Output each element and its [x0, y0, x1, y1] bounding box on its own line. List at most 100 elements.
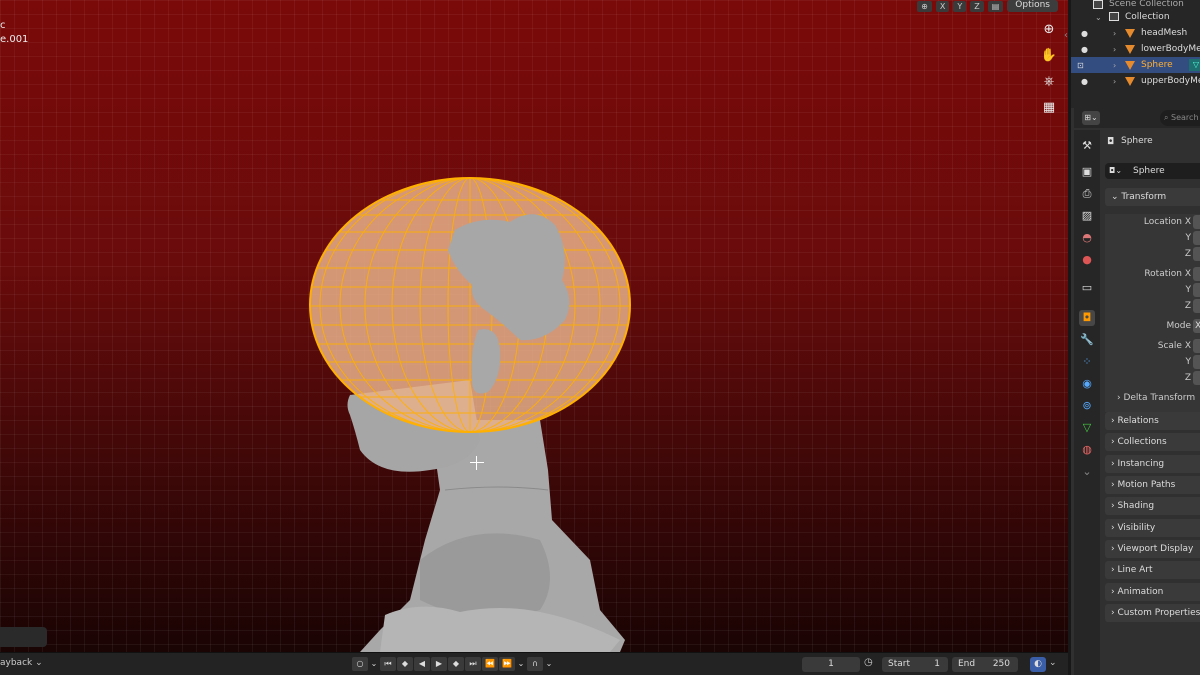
3d-cursor[interactable] [470, 456, 484, 470]
rotation-mode-dropdown[interactable]: X [1193, 319, 1200, 333]
particles-tab-icon[interactable]: ⁘ [1079, 354, 1095, 370]
scale-y-label: Y [1185, 357, 1192, 367]
mesh-icon [1125, 77, 1135, 86]
instancing-panel-header[interactable]: › Instancing [1105, 455, 1200, 473]
animation-panel-header[interactable]: › Animation [1105, 583, 1200, 601]
3d-viewport[interactable]: c e.001 ⊕ X Y Z ▤ Options ⊕ ✋ ⎈ ▦ ‹ [0, 0, 1068, 652]
mesh-icon [1125, 45, 1135, 54]
camera-icon[interactable]: ⎈ [1038, 72, 1060, 92]
rotation-z-field[interactable] [1193, 299, 1200, 313]
outliner-collection[interactable]: ⌄ Collection [1071, 9, 1200, 25]
mirror-x-button[interactable]: X [935, 0, 950, 12]
constraints-tab-icon[interactable]: ⊚ [1079, 398, 1095, 414]
rotation-x-field[interactable] [1193, 267, 1200, 281]
current-frame-field[interactable]: 1 [802, 657, 860, 672]
outliner-item-selected[interactable]: ⊡ › Sphere ▽ [1071, 57, 1200, 73]
hand-icon[interactable]: ✋ [1038, 46, 1060, 66]
next-key-icon[interactable]: ◆ [448, 657, 464, 671]
collections-panel-header[interactable]: › Collections [1105, 433, 1200, 451]
scale-z-field[interactable] [1193, 371, 1200, 385]
rotation-y-field[interactable] [1193, 283, 1200, 297]
selected-state-icon[interactable]: ⊡ [1077, 61, 1084, 70]
snap-dropdown-icon[interactable]: ⌄ [544, 657, 554, 671]
chevron-right-icon[interactable]: › [1113, 29, 1116, 38]
location-z-field[interactable] [1193, 247, 1200, 261]
transform-panel: Location X Y Z Rotation X Y Z Mode X Sca… [1105, 214, 1200, 412]
outliner-item[interactable]: ● › upperBodyMes [1071, 73, 1200, 89]
custom-properties-panel-header[interactable]: › Custom Properties [1105, 604, 1200, 622]
physics-tab-icon[interactable]: ◉ [1079, 376, 1095, 392]
properties-search-input[interactable]: ⌕ Search [1160, 110, 1200, 126]
visibility-icon[interactable]: ● [1081, 29, 1088, 38]
options-button[interactable]: Options [1007, 0, 1058, 12]
auto-key-icon[interactable]: ○ [352, 657, 368, 671]
chevron-down-icon[interactable]: ⌄ [1095, 13, 1102, 22]
relations-panel-header[interactable]: › Relations [1105, 412, 1200, 430]
properties-editor: ⊞⌄ ⌕ Search ⚒ ▣ ⎙ ▨ ◓ ● ▭ ◘ 🔧 ⁘ ◉ ⊚ ▽ ◍ … [1068, 108, 1200, 675]
start-frame-field[interactable]: Start 1 [882, 657, 948, 672]
gizmo-icon[interactable]: ⊕ [917, 0, 932, 12]
scene-tab-icon[interactable]: ◓ [1079, 230, 1095, 246]
play-reverse-icon[interactable]: ◀ [414, 657, 430, 671]
outliner-item[interactable]: ● › headMesh [1071, 25, 1200, 41]
modifier-tab-icon[interactable]: 🔧 [1079, 332, 1095, 348]
scale-z-label: Z [1184, 373, 1191, 383]
tool-tab-icon[interactable]: ⚒ [1079, 138, 1095, 154]
chevron-right-icon[interactable]: › [1113, 77, 1116, 86]
visibility-panel-header[interactable]: › Visibility [1105, 519, 1200, 537]
snap-icon[interactable]: ∩ [527, 657, 543, 671]
navigation-gizmo: ⊕ ✋ ⎈ ▦ [1038, 20, 1060, 118]
scene-render [309, 177, 631, 652]
outliner-item[interactable]: ● › lowerBodyMes [1071, 41, 1200, 57]
editor-type-icon[interactable]: ⊞⌄ [1082, 111, 1100, 125]
collection-tab-icon[interactable]: ▭ [1079, 280, 1095, 296]
material-tab-icon[interactable]: ◍ [1079, 442, 1095, 458]
outliner: Scene Collection ⌄ Collection ● › headMe… [1068, 0, 1200, 108]
scale-x-field[interactable] [1193, 339, 1200, 353]
modifier-icon[interactable]: ▽ [1189, 59, 1200, 71]
render-tab-icon[interactable]: ▣ [1079, 164, 1095, 180]
marker-right-icon[interactable]: ⏩ [499, 657, 515, 671]
data-tab-icon[interactable]: ▽ [1079, 420, 1095, 436]
jump-start-icon[interactable]: ⏮ [380, 657, 396, 671]
play-icon[interactable]: ▶ [431, 657, 447, 671]
scale-y-field[interactable] [1193, 355, 1200, 369]
clock-icon[interactable]: ◷ [864, 657, 873, 668]
object-icon: ◘ [1107, 137, 1115, 147]
object-type-dropdown-icon[interactable]: ◘⌄ [1109, 166, 1122, 175]
mesh-icon [1125, 29, 1135, 38]
line-art-panel-header[interactable]: › Line Art [1105, 561, 1200, 579]
more-tabs-icon[interactable]: ⌄ [1079, 464, 1095, 480]
viewport-display-panel-header[interactable]: › Viewport Display [1105, 540, 1200, 558]
visibility-icon[interactable]: ● [1081, 77, 1088, 86]
playback-menu[interactable]: ayback ⌄ [0, 658, 43, 668]
tool-settings-icon[interactable]: ▤ [987, 0, 1004, 12]
timeline-header: ayback ⌄ ○ ⌄ ⏮ ◆ ◀ ▶ ◆ ⏭ ⏪ ⏩ ⌄ ∩ ⌄ 1 ◷ S… [0, 652, 1068, 675]
motion-paths-panel-header[interactable]: › Motion Paths [1105, 476, 1200, 494]
jump-end-icon[interactable]: ⏭ [465, 657, 481, 671]
mirror-y-button[interactable]: Y [953, 0, 967, 12]
chevron-right-icon[interactable]: › [1113, 61, 1116, 70]
keying-dropdown-icon[interactable]: ⌄ [369, 657, 379, 671]
view-layer-tab-icon[interactable]: ▨ [1079, 208, 1095, 224]
prev-key-icon[interactable]: ◆ [397, 657, 413, 671]
delta-transform-header[interactable]: › Delta Transform [1117, 393, 1195, 403]
marker-left-icon[interactable]: ⏪ [482, 657, 498, 671]
operator-panel[interactable] [0, 627, 47, 647]
visibility-icon[interactable]: ● [1081, 45, 1088, 54]
mirror-z-button[interactable]: Z [970, 0, 984, 12]
location-y-field[interactable] [1193, 231, 1200, 245]
time-sync-icon[interactable]: ◐ [1030, 657, 1046, 672]
world-tab-icon[interactable]: ● [1079, 252, 1095, 268]
shading-panel-header[interactable]: › Shading [1105, 497, 1200, 515]
location-x-field[interactable] [1193, 215, 1200, 229]
chevron-right-icon[interactable]: › [1113, 45, 1116, 54]
output-tab-icon[interactable]: ⎙ [1079, 186, 1095, 202]
time-sync-dropdown-icon[interactable]: ⌄ [1049, 658, 1057, 668]
zoom-icon[interactable]: ⊕ [1038, 20, 1060, 40]
end-frame-field[interactable]: End 250 [952, 657, 1018, 672]
transform-panel-header[interactable]: ⌄ Transform [1105, 188, 1200, 206]
object-tab-icon[interactable]: ◘ [1079, 310, 1095, 326]
marker-dropdown-icon[interactable]: ⌄ [516, 657, 526, 671]
grid-icon[interactable]: ▦ [1038, 98, 1060, 118]
